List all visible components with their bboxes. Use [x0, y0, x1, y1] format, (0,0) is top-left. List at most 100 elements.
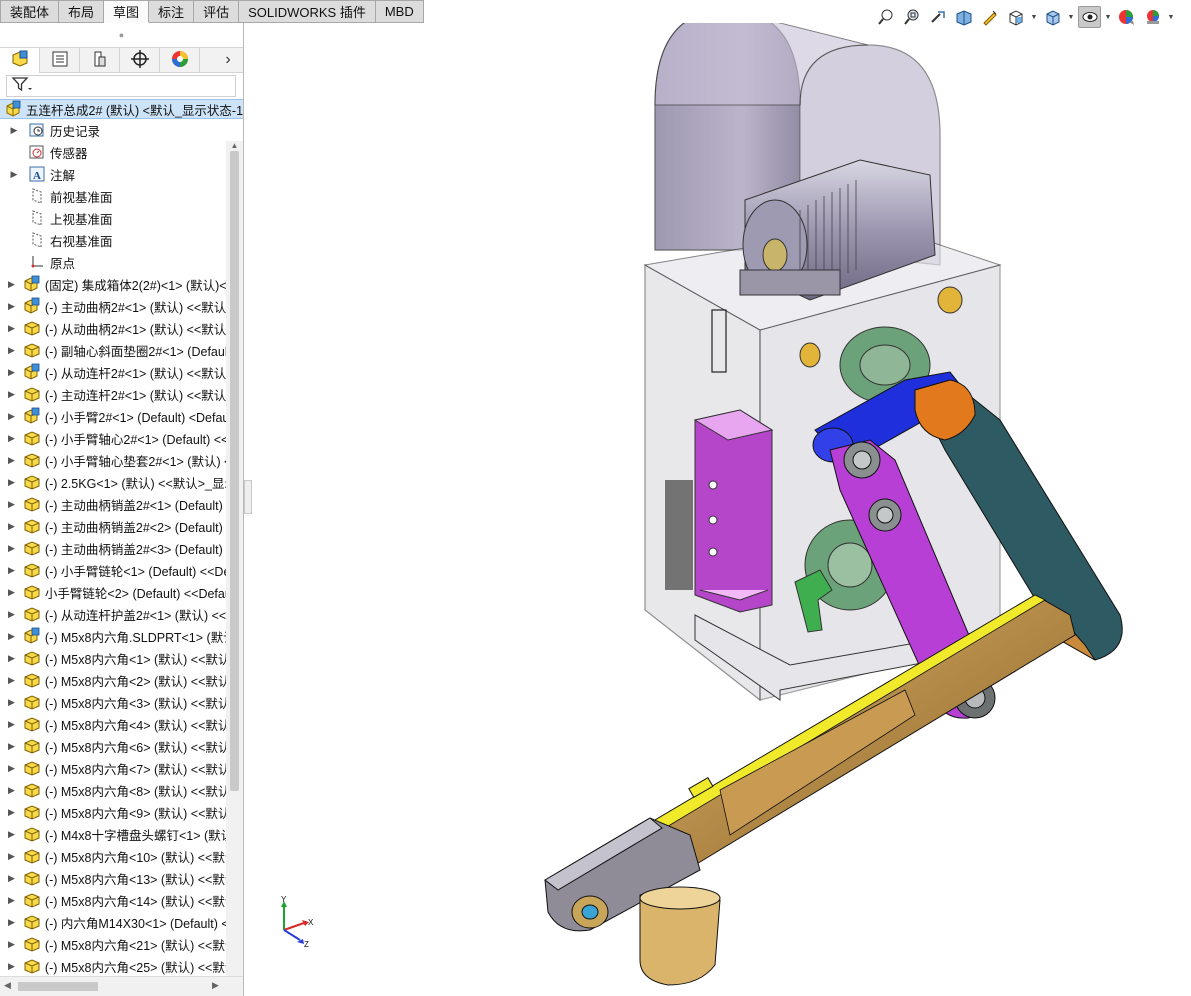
expand-arrow-icon[interactable]: ▶ — [8, 477, 15, 488]
expand-arrow-icon[interactable]: ▶ — [8, 807, 15, 818]
hide-show-items-icon[interactable] — [1078, 6, 1101, 28]
dropdown-arrow-icon[interactable]: ▼ — [1167, 14, 1175, 21]
tree-item[interactable]: ▶ (-) 主动曲柄销盖2#<3> (Default) <<Default>_显示… — [0, 537, 226, 559]
display-style-icon[interactable] — [1041, 6, 1064, 28]
tree-horizontal-scrollbar[interactable]: ◀ ▶ — [0, 976, 243, 996]
hscroll-thumb[interactable] — [18, 982, 98, 991]
tree-item[interactable]: ▶ (-) 从动连杆护盖2#<1> (默认) <<默认>_显示状态 1> — [0, 603, 226, 625]
command-tab-5[interactable]: SOLIDWORKS 插件 — [239, 0, 376, 23]
scroll-right-icon[interactable]: ▶ — [212, 980, 219, 991]
scroll-thumb[interactable] — [230, 151, 239, 791]
tree-item[interactable]: 上视基准面 — [0, 207, 226, 229]
tree-item[interactable]: ▶ A 注解 — [0, 163, 226, 185]
apply-scene-icon[interactable] — [1141, 6, 1164, 28]
expand-arrow-icon[interactable]: ▶ — [8, 367, 15, 378]
tree-item[interactable]: ▶ (-) 副轴心斜面垫圈2#<1> (Default) <<Default>_显… — [0, 339, 226, 361]
tree-item[interactable]: ▶ (-) 小手臂链轮<1> (Default) <<Default>_显示状态 … — [0, 559, 226, 581]
tree-item[interactable]: 原点 — [0, 251, 226, 273]
tree-item[interactable]: ▶ (-) 小手臂轴心垫套2#<1> (默认) <<默认>_显示状态 1> — [0, 449, 226, 471]
expand-arrow-icon[interactable]: ▶ — [8, 455, 15, 466]
tree-item[interactable]: ▶ (-) M5x8内六角<4> (默认) <<默认>_显示状态 1> — [0, 713, 226, 735]
expand-arrow-icon[interactable]: ▶ — [8, 961, 15, 972]
tree-item[interactable]: ▶ (-) 主动曲柄销盖2#<1> (Default) <<Default>_显示… — [0, 493, 226, 515]
tree-item[interactable]: ▶ (-) 2.5KG<1> (默认) <<默认>_显示状态 1> — [0, 471, 226, 493]
tree-item[interactable]: ▶ 历史记录 — [0, 119, 226, 141]
expand-arrow-icon[interactable]: ▶ — [8, 697, 15, 708]
expand-arrow-icon[interactable]: ▶ — [8, 631, 15, 642]
tree-item[interactable]: ▶ (-) M5x8内六角.SLDPRT<1> (默认) <<默认>_显示状态 1… — [0, 625, 226, 647]
expand-arrow-icon[interactable]: ▶ — [8, 411, 15, 422]
panel-tab-3[interactable] — [120, 47, 160, 73]
command-tab-6[interactable]: MBD — [375, 0, 424, 23]
expand-arrow-icon[interactable]: ▶ — [8, 433, 15, 444]
tree-item[interactable]: ▶ (固定) 集成箱体2(2#)<1> (默认)<<默认>_显示状态 1> — [0, 273, 226, 295]
tree-item[interactable]: ▶ (-) M5x8内六角<8> (默认) <<默认>_显示状态 1> — [0, 779, 226, 801]
expand-arrow-icon[interactable]: ▶ — [8, 741, 15, 752]
dropdown-arrow-icon[interactable]: ▼ — [1030, 14, 1038, 21]
expand-arrow-icon[interactable]: ▶ — [8, 543, 15, 554]
tree-item[interactable]: ▶ (-) M5x8内六角<1> (默认) <<默认>_显示状态 1> — [0, 647, 226, 669]
expand-arrow-icon[interactable]: ▶ — [8, 301, 15, 312]
scroll-left-icon[interactable]: ◀ — [4, 980, 11, 991]
expand-arrow-icon[interactable]: ▶ — [8, 719, 15, 730]
expand-arrow-icon[interactable]: ▶ — [8, 917, 15, 928]
command-tab-1[interactable]: 布局 — [59, 0, 105, 23]
tree-item[interactable]: ▶ (-) M5x8内六角<7> (默认) <<默认>_显示状态 1> — [0, 757, 226, 779]
command-tab-0[interactable]: 装配体 — [0, 0, 60, 23]
expand-arrow-icon[interactable]: ▶ — [8, 675, 15, 686]
expand-arrow-icon[interactable]: ▶ — [8, 169, 20, 180]
chevron-right-icon[interactable]: › — [213, 48, 243, 73]
filter-icon[interactable] — [11, 76, 33, 97]
tree-item[interactable]: ▶ (-) M5x8内六角<2> (默认) <<默认>_显示状态 1> — [0, 669, 226, 691]
command-tab-3[interactable]: 标注 — [149, 0, 195, 23]
expand-arrow-icon[interactable]: ▶ — [8, 895, 15, 906]
command-tab-2[interactable]: 草图 — [104, 0, 150, 23]
expand-arrow-icon[interactable]: ▶ — [8, 653, 15, 664]
tree-vertical-scrollbar[interactable]: ▲ ▼ — [226, 141, 243, 996]
view-orientation-icon[interactable] — [1004, 6, 1027, 28]
panel-tab-2[interactable] — [80, 47, 120, 73]
panel-grip[interactable]: ● — [0, 23, 243, 47]
zoom-to-area-icon[interactable] — [900, 6, 923, 28]
filter-field[interactable] — [6, 75, 236, 97]
tree-item[interactable]: 传感器 — [0, 141, 226, 163]
dynamic-annotation-icon[interactable] — [978, 6, 1001, 28]
expand-arrow-icon[interactable]: ▶ — [8, 279, 15, 290]
tree-item[interactable]: ▶ (-) M5x8内六角<6> (默认) <<默认>_显示状态 1> — [0, 735, 226, 757]
command-tab-4[interactable]: 评估 — [194, 0, 240, 23]
tree-item[interactable]: 右视基准面 — [0, 229, 226, 251]
expand-arrow-icon[interactable]: ▶ — [8, 389, 15, 400]
expand-arrow-icon[interactable]: ▶ — [8, 323, 15, 334]
dropdown-arrow-icon[interactable]: ▼ — [1067, 14, 1075, 21]
tree-item[interactable]: 前视基准面 — [0, 185, 226, 207]
tree-root-assembly[interactable]: 五连杆总成2# (默认) <默认_显示状态-1> — [0, 99, 243, 119]
tree-item[interactable]: ▶ (-) 从动曲柄2#<1> (默认) <<默认>_显示状态 1> — [0, 317, 226, 339]
expand-arrow-icon[interactable]: ▶ — [8, 587, 15, 598]
expand-arrow-icon[interactable]: ▶ — [8, 345, 15, 356]
expand-arrow-icon[interactable]: ▶ — [8, 851, 15, 862]
panel-splitter[interactable] — [244, 480, 252, 514]
previous-view-icon[interactable] — [926, 6, 949, 28]
tree-item[interactable]: ▶ (-) 主动连杆2#<1> (默认) <<默认>_显示状态 1> — [0, 383, 226, 405]
tree-item[interactable]: ▶ (-) 内六角M14X30<1> (Default) <<Default>_显… — [0, 911, 226, 933]
expand-arrow-icon[interactable]: ▶ — [8, 499, 15, 510]
tree-item[interactable]: ▶ (-) M5x8内六角<10> (默认) <<默认>_显示状态 1> — [0, 845, 226, 867]
graphics-viewport[interactable] — [252, 23, 1191, 996]
zoom-to-fit-icon[interactable] — [874, 6, 897, 28]
expand-arrow-icon[interactable]: ▶ — [8, 521, 15, 532]
panel-tab-0[interactable] — [0, 47, 40, 73]
tree-item[interactable]: ▶ (-) 小手臂2#<1> (Default) <Default_显示状态 1> — [0, 405, 226, 427]
expand-arrow-icon[interactable]: ▶ — [8, 939, 15, 950]
tree-item[interactable]: ▶ 小手臂链轮<2> (Default) <<Default>_显示状态 1> — [0, 581, 226, 603]
expand-arrow-icon[interactable]: ▶ — [8, 873, 15, 884]
tree-item[interactable]: ▶ (-) M5x8内六角<25> (默认) <<默认>_显示状态 1> — [0, 955, 226, 977]
tree-item[interactable]: ▶ (-) 小手臂轴心2#<1> (Default) <<Default>_显示状… — [0, 427, 226, 449]
expand-arrow-icon[interactable]: ▶ — [8, 829, 15, 840]
panel-tab-1[interactable] — [40, 47, 80, 73]
expand-arrow-icon[interactable]: ▶ — [8, 565, 15, 576]
edit-appearance-icon[interactable] — [1115, 6, 1138, 28]
tree-item[interactable]: ▶ (-) M5x8内六角<14> (默认) <<默认>_显示状态 1> — [0, 889, 226, 911]
dropdown-arrow-icon[interactable]: ▼ — [1104, 14, 1112, 21]
tree-item[interactable]: ▶ (-) M5x8内六角<3> (默认) <<默认>_显示状态 1> — [0, 691, 226, 713]
expand-arrow-icon[interactable]: ▶ — [8, 763, 15, 774]
